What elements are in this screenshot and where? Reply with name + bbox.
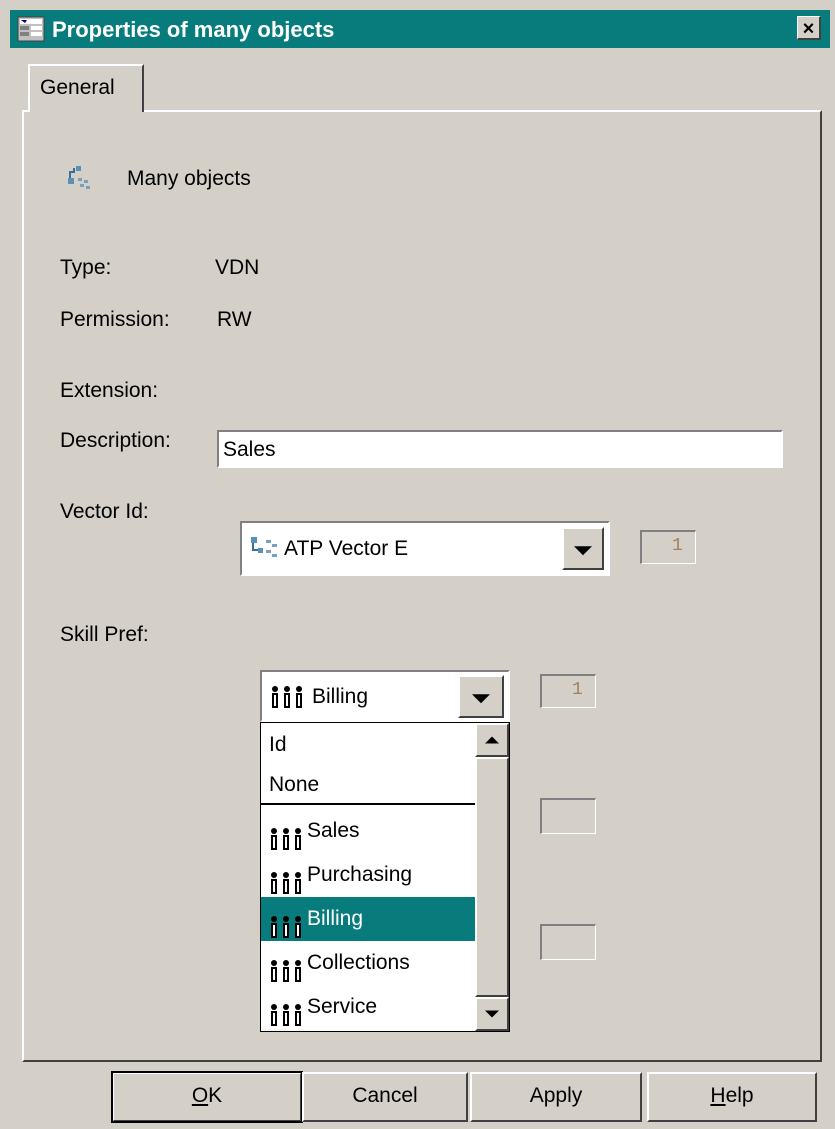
close-button[interactable]: × — [797, 16, 821, 40]
close-icon: × — [802, 18, 815, 40]
scroll-thumb[interactable] — [475, 757, 509, 997]
many-objects-icon — [66, 164, 96, 200]
help-label-rest: elp — [725, 1084, 754, 1107]
list-item-purchasing[interactable]: Purchasing — [261, 853, 475, 897]
skill-number-field[interactable]: 1 — [540, 674, 596, 708]
list-item-label: Billing — [307, 907, 364, 930]
list-item-billing[interactable]: Billing — [261, 897, 475, 941]
window-title: Properties of many objects — [52, 17, 335, 42]
ok-mnemonic: O — [191, 1084, 209, 1107]
list-item-label: None — [269, 773, 320, 796]
list-item-collections[interactable]: Collections — [261, 941, 475, 985]
people-icon — [269, 998, 303, 1042]
skill-number-field-3[interactable] — [540, 924, 596, 960]
ok-button[interactable]: OK — [111, 1071, 303, 1123]
list-item-none[interactable]: None — [261, 763, 475, 807]
skill-dropdown-button[interactable] — [458, 675, 504, 718]
title-bar[interactable]: Properties of many objects × — [10, 10, 830, 48]
skill-pref-value: Billing — [312, 685, 369, 708]
skill-dropdown-list[interactable]: Id None Sales Purchasing Billing Collect… — [260, 722, 510, 1032]
apply-button[interactable]: Apply — [470, 1072, 642, 1122]
type-label: Type: — [60, 256, 112, 279]
tab-general-label: General — [40, 76, 115, 99]
vector-number-field[interactable]: 1 — [640, 530, 696, 564]
cancel-button[interactable]: Cancel — [302, 1072, 468, 1122]
ok-label-rest: K — [208, 1084, 223, 1107]
description-label: Description: — [60, 429, 171, 452]
list-item-sales[interactable]: Sales — [261, 809, 475, 853]
skill-pref-combo[interactable]: Billing — [260, 670, 510, 722]
vector-id-value: ATP Vector E — [284, 537, 409, 560]
vector-id-label: Vector Id: — [60, 500, 149, 523]
list-divider — [261, 803, 475, 805]
list-item-label: Id — [269, 733, 287, 756]
extension-label: Extension: — [60, 379, 159, 402]
help-button[interactable]: Help — [647, 1072, 817, 1122]
window-icon — [17, 16, 45, 42]
type-value: VDN — [215, 256, 260, 279]
vector-dropdown-button[interactable] — [562, 527, 604, 570]
skill-pref-label: Skill Pref: — [60, 623, 149, 646]
cancel-label: Cancel — [352, 1084, 418, 1107]
description-field-value: Sales — [223, 438, 276, 461]
skill-number-value: 1 — [572, 680, 583, 700]
scroll-up-button[interactable] — [475, 723, 509, 757]
help-mnemonic: H — [710, 1084, 726, 1107]
apply-label: Apply — [529, 1084, 583, 1107]
people-icon — [270, 686, 304, 714]
chevron-down-icon — [485, 1010, 499, 1018]
vector-id-combo[interactable]: ATP Vector E — [240, 521, 610, 576]
skill-number-field-2[interactable] — [540, 798, 596, 834]
permission-value: RW — [217, 308, 252, 331]
list-item-id[interactable]: Id — [261, 723, 475, 767]
vector-icon — [250, 536, 280, 566]
list-item-label: Service — [307, 995, 378, 1018]
list-item-service[interactable]: Service — [261, 985, 475, 1029]
list-item-label: Purchasing — [307, 863, 413, 886]
vector-number-value: 1 — [672, 536, 683, 556]
description-field[interactable]: Sales — [217, 430, 783, 468]
object-title: Many objects — [127, 167, 251, 190]
scroll-down-button[interactable] — [475, 997, 509, 1031]
list-item-label: Sales — [307, 819, 360, 842]
chevron-up-icon — [485, 736, 499, 744]
tab-general[interactable]: General — [28, 64, 144, 112]
chevron-down-icon — [472, 693, 490, 703]
list-item-label: Collections — [307, 951, 410, 974]
permission-label: Permission: — [60, 308, 170, 331]
list-scrollbar[interactable] — [475, 723, 509, 1031]
chevron-down-icon — [574, 545, 592, 555]
